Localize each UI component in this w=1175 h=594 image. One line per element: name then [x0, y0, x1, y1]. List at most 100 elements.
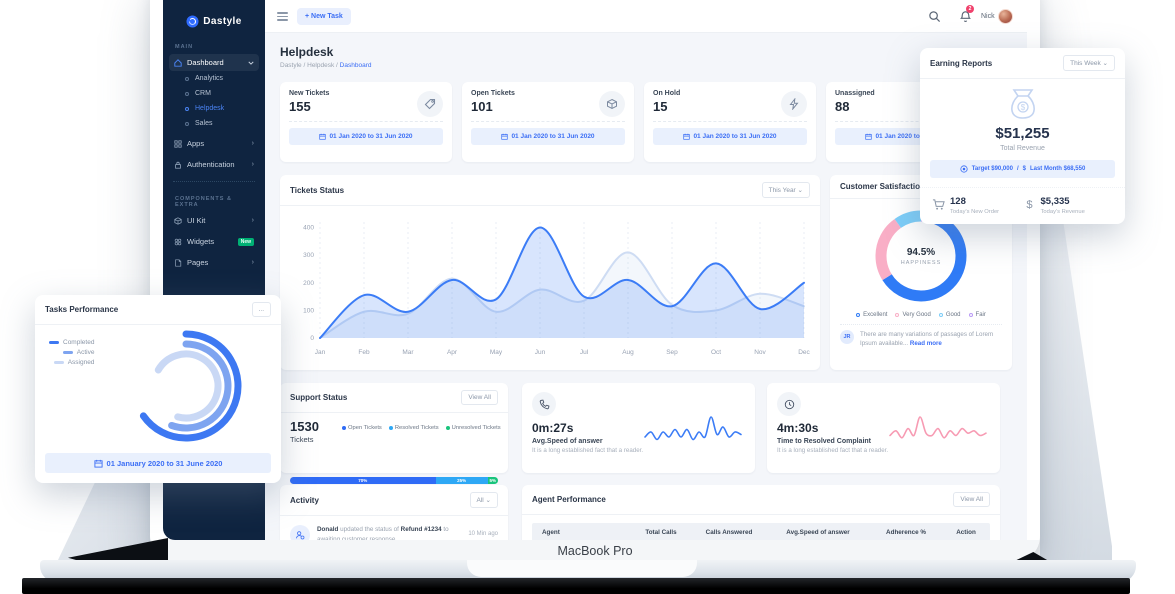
date-range-picker[interactable]: 01 Jan 2020 to 31 Jun 2020	[471, 128, 625, 145]
view-all-button[interactable]: View All	[461, 390, 498, 405]
date-range-picker[interactable]: 01 Jan 2020 to 31 Jun 2020	[289, 128, 443, 145]
breadcrumb-helpdesk[interactable]: Helpdesk	[307, 62, 334, 69]
activity-text: Donald updated the status of Refund #123…	[317, 525, 449, 540]
column-avg-speed[interactable]: Avg.Speed of answer	[766, 529, 870, 536]
new-task-button[interactable]: + New Task	[297, 8, 351, 25]
satisfaction-note: JR There are many variations of passages…	[840, 324, 1002, 349]
date-range-picker[interactable]: 01 Jan 2020 to 31 Jun 2020	[653, 128, 807, 145]
package-icon	[599, 91, 625, 117]
legend-dot-icon	[969, 313, 973, 317]
read-more-link[interactable]: Read more	[910, 340, 942, 347]
view-all-button[interactable]: View All	[953, 492, 990, 507]
svg-text:200: 200	[303, 280, 314, 287]
week-filter-dropdown[interactable]: This Week ⌄	[1063, 55, 1115, 71]
card-title: Agent Performance	[532, 495, 606, 504]
sidebar-item-pages[interactable]: Pages ›	[169, 254, 259, 271]
chevron-down-icon	[248, 61, 254, 65]
legend-active: Active	[49, 349, 94, 356]
menu-toggle-icon[interactable]	[277, 12, 288, 23]
sidebar-item-helpdesk[interactable]: Helpdesk	[169, 101, 259, 116]
svg-text:Oct: Oct	[711, 349, 721, 356]
breadcrumb-dastyle[interactable]: Dastyle	[280, 62, 302, 69]
legend-swatch-icon	[63, 351, 73, 354]
svg-text:400: 400	[303, 225, 314, 232]
macbook-mockup: Dastyle MAIN Dashboard Analytics	[0, 0, 1175, 594]
card-title: Earning Reports	[930, 59, 992, 68]
chevron-right-icon: ›	[252, 259, 254, 266]
laptop-screen: Dastyle MAIN Dashboard Analytics	[150, 0, 1040, 562]
card-title: Activity	[290, 496, 319, 505]
agent-performance-card: Agent Performance View All Agent Total C…	[522, 485, 1000, 540]
user-update-icon	[290, 525, 310, 540]
calendar-icon	[319, 133, 326, 140]
svg-text:$: $	[1026, 199, 1033, 211]
svg-text:Nov: Nov	[754, 349, 766, 356]
svg-text:Mar: Mar	[402, 349, 414, 356]
ellipsis-icon: ...	[259, 306, 264, 313]
dastyle-logo-icon	[186, 15, 199, 28]
progress-segment: 5%	[488, 477, 498, 484]
tag-icon	[417, 91, 443, 117]
sidebar-item-analytics[interactable]: Analytics	[169, 71, 259, 86]
avatar[interactable]	[998, 9, 1013, 24]
support-status-card: Support Status View All 1530 Tickets Ope…	[280, 383, 508, 473]
sidebar-section-components: COMPONENTS & EXTRA	[163, 196, 265, 208]
target-pill: Target $90,000 / $ Last Month $68,550	[930, 160, 1115, 178]
sidebar-item-dashboard[interactable]: Dashboard	[169, 54, 259, 71]
page-title: Helpdesk	[280, 45, 333, 59]
card-title: Support Status	[290, 393, 347, 402]
sidebar-item-ui-kit[interactable]: UI Kit ›	[169, 212, 259, 229]
date-range-picker[interactable]: 01 January 2020 to 31 June 2020	[45, 453, 271, 473]
total-revenue-value: $51,255	[920, 125, 1125, 142]
year-filter-dropdown[interactable]: This Year ⌄	[762, 182, 810, 198]
search-icon[interactable]	[928, 10, 941, 23]
column-total-calls[interactable]: Total Calls	[630, 529, 692, 536]
column-agent[interactable]: Agent	[532, 529, 630, 536]
avg-speed-card: 0m:27s Avg.Speed of answer It is a long …	[522, 383, 755, 473]
earning-reports-card: Earning Reports This Week ⌄ $ $51,255 To…	[920, 48, 1125, 224]
card-title: Tickets Status	[290, 186, 344, 195]
bullet-icon	[185, 92, 189, 96]
svg-text:Aug: Aug	[622, 349, 634, 356]
sidebar-item-sales[interactable]: Sales	[169, 116, 259, 131]
bullet-icon	[185, 122, 189, 126]
svg-text:0: 0	[310, 335, 314, 342]
laptop-notch	[467, 560, 697, 577]
activity-filter-dropdown[interactable]: All ⌄	[470, 492, 499, 508]
legend-fair: Fair	[969, 312, 986, 318]
clock-icon	[777, 392, 801, 416]
chevron-right-icon: ›	[252, 140, 254, 147]
activity-item[interactable]: Donald updated the status of Refund #123…	[280, 516, 508, 540]
column-adherence[interactable]: Adherence %	[870, 529, 942, 536]
file-icon	[174, 259, 182, 267]
sidebar-item-apps[interactable]: Apps ›	[169, 135, 259, 152]
laptop-base-shadow	[22, 578, 1130, 594]
sidebar-divider	[173, 181, 255, 182]
legend-dot-icon	[342, 426, 346, 430]
sidebar-item-authentication[interactable]: Authentication ›	[169, 156, 259, 173]
card-title: Customer Satisfaction	[840, 182, 925, 191]
breadcrumb-dashboard[interactable]: Dashboard	[340, 62, 372, 69]
column-action[interactable]: Action	[942, 529, 990, 536]
logo[interactable]: Dastyle	[163, 0, 265, 30]
svg-text:Sep: Sep	[666, 349, 678, 356]
activity-card: Activity All ⌄ Donald updated the status…	[280, 485, 508, 540]
macbook-label: MacBook Pro	[150, 540, 1040, 562]
legend-very-good: Very Good	[895, 312, 930, 318]
tickets-status-card: Tickets Status This Year ⌄ JanFebMarAprM…	[280, 175, 820, 370]
legend-excellent: Excellent	[856, 312, 887, 318]
resolved-complaint-card: 4m:30s Time to Resolved Complaint It is …	[767, 383, 1000, 473]
happiness-value: 94.5%	[907, 247, 935, 258]
topbar: + New Task 2 Nick	[265, 0, 1027, 33]
sidebar-item-crm[interactable]: CRM	[169, 86, 259, 101]
cube-icon	[174, 217, 182, 225]
calendar-icon	[501, 133, 508, 140]
sidebar-item-widgets[interactable]: Widgets New	[169, 233, 259, 250]
svg-text:Dec: Dec	[798, 349, 810, 356]
dollar-icon: $	[1023, 198, 1036, 211]
home-icon	[174, 59, 182, 67]
speed-sparkline-chart	[641, 409, 745, 451]
column-calls-answered[interactable]: Calls Answered	[692, 529, 766, 536]
more-options-button[interactable]: ...	[252, 302, 271, 317]
laptop-side-right	[1040, 220, 1112, 560]
